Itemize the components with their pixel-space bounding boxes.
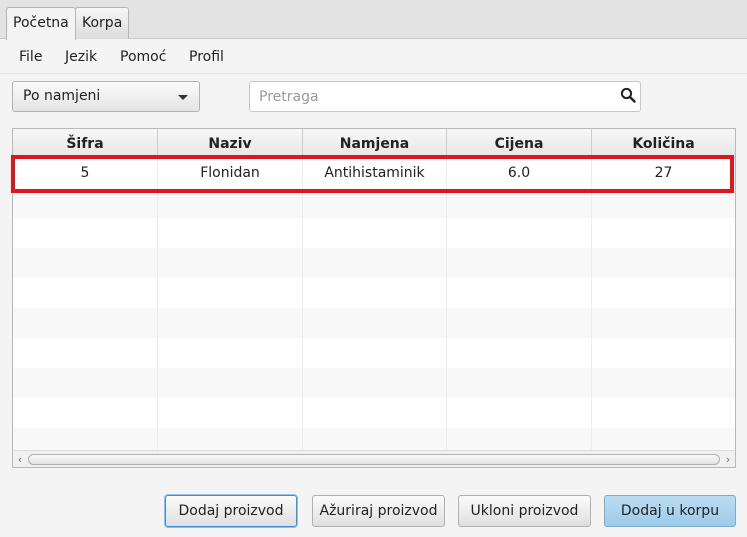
menu-file[interactable]: File	[19, 49, 42, 65]
empty-table-row	[13, 308, 735, 338]
empty-table-cell	[592, 308, 735, 338]
empty-table-cell	[592, 278, 735, 308]
empty-table-cell	[303, 338, 447, 368]
empty-table-cell	[13, 188, 158, 218]
empty-table-cell	[592, 368, 735, 398]
empty-table-cell	[158, 398, 303, 428]
empty-table-cell	[447, 248, 592, 278]
empty-table-cell	[592, 248, 735, 278]
empty-table-cell	[13, 218, 158, 248]
column-header-cijena[interactable]: Cijena	[447, 129, 592, 158]
empty-table-cell	[447, 188, 592, 218]
column-header-namjena[interactable]: Namjena	[303, 129, 447, 158]
empty-table-cell	[13, 278, 158, 308]
empty-table-cell	[158, 368, 303, 398]
empty-table-cell	[158, 278, 303, 308]
empty-table-cell	[303, 218, 447, 248]
add-to-cart-button[interactable]: Dodaj u korpu	[604, 495, 736, 527]
empty-table-cell	[13, 398, 158, 428]
empty-table-cell	[13, 368, 158, 398]
empty-table-cell	[158, 338, 303, 368]
search-input[interactable]	[250, 82, 610, 111]
empty-table-cell	[13, 338, 158, 368]
empty-table-cell	[303, 398, 447, 428]
empty-table-cell	[158, 248, 303, 278]
search-field	[249, 81, 641, 112]
products-table: Šifra Naziv Namjena Cijena Količina 5 Fl…	[12, 128, 736, 468]
menu-profil[interactable]: Profil	[189, 49, 224, 65]
table-cell-namjena: Antihistaminik	[303, 158, 447, 188]
empty-table-cell	[447, 278, 592, 308]
empty-table-cell	[158, 188, 303, 218]
empty-table-cell	[158, 218, 303, 248]
empty-table-cell	[447, 428, 592, 450]
empty-table-cell	[13, 308, 158, 338]
empty-table-row	[13, 338, 735, 368]
scroll-right-icon[interactable]: ›	[721, 452, 735, 467]
scrollbar-thumb[interactable]	[28, 454, 720, 465]
empty-table-cell	[592, 338, 735, 368]
empty-table-cell	[303, 188, 447, 218]
empty-table-cell	[592, 398, 735, 428]
column-header-kolicina[interactable]: Količina	[592, 129, 735, 158]
empty-table-cell	[447, 368, 592, 398]
table-header: Šifra Naziv Namjena Cijena Količina	[13, 129, 735, 158]
column-header-naziv[interactable]: Naziv	[158, 129, 303, 158]
empty-table-cell	[447, 218, 592, 248]
tab-bar: Početna Korpa	[0, 0, 747, 40]
empty-table-cell	[303, 428, 447, 450]
filter-dropdown-value: Po namjeni	[23, 88, 101, 104]
empty-table-cell	[592, 188, 735, 218]
table-row[interactable]: 5 Flonidan Antihistaminik 6.0 27	[13, 158, 735, 188]
empty-table-row	[13, 188, 735, 218]
menu-pomoc[interactable]: Pomoć	[120, 49, 166, 65]
empty-table-cell	[158, 428, 303, 450]
table-cell-sifra: 5	[13, 158, 158, 188]
empty-table-cell	[592, 428, 735, 450]
empty-table-row	[13, 368, 735, 398]
empty-table-cell	[303, 278, 447, 308]
remove-product-button[interactable]: Ukloni proizvod	[458, 495, 591, 527]
empty-table-cell	[447, 338, 592, 368]
tab-pocetna[interactable]: Početna	[6, 7, 76, 40]
search-icon[interactable]	[620, 87, 636, 103]
menu-jezik[interactable]: Jezik	[65, 49, 97, 65]
menu-bar: File Jezik Pomoć Profil	[0, 40, 747, 74]
update-product-button[interactable]: Ažuriraj proizvod	[312, 495, 445, 527]
empty-table-cell	[303, 368, 447, 398]
empty-table-cell	[447, 308, 592, 338]
table-cell-kolicina: 27	[654, 165, 673, 181]
horizontal-scrollbar[interactable]: ‹ ›	[13, 450, 735, 467]
table-cell-cijena: 6.0	[447, 158, 592, 188]
empty-table-row	[13, 398, 735, 428]
chevron-down-icon	[178, 95, 188, 100]
add-product-button[interactable]: Dodaj proizvod	[165, 495, 297, 527]
empty-table-row	[13, 248, 735, 278]
tab-korpa[interactable]: Korpa	[75, 7, 130, 39]
scroll-left-icon[interactable]: ‹	[13, 452, 27, 467]
table-cell-naziv: Flonidan	[158, 158, 303, 188]
empty-table-cell	[158, 308, 303, 338]
empty-table-cell	[592, 218, 735, 248]
empty-table-cell	[303, 248, 447, 278]
empty-table-row	[13, 428, 735, 450]
empty-table-row	[13, 218, 735, 248]
empty-table-cell	[13, 428, 158, 450]
column-header-sifra[interactable]: Šifra	[13, 129, 158, 158]
table-body: 5 Flonidan Antihistaminik 6.0 27	[13, 158, 735, 450]
empty-table-row	[13, 278, 735, 308]
empty-table-cell	[447, 398, 592, 428]
empty-table-cell	[303, 308, 447, 338]
empty-table-cell	[13, 248, 158, 278]
filter-dropdown[interactable]: Po namjeni	[12, 81, 200, 112]
